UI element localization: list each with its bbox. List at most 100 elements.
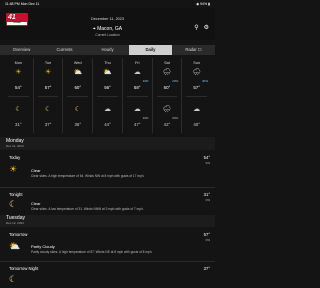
rain-icon: 🌧	[162, 106, 172, 113]
period-condition: Clear	[31, 168, 41, 173]
period-label: Tomorrow	[9, 232, 28, 237]
high-temp: 58°	[133, 85, 141, 90]
precip-chance: 60%	[172, 116, 179, 120]
low-temp: 37°	[44, 122, 52, 127]
status-bar: 11:48 PM Mon Dec 11 ◉ 94% ▮	[0, 0, 215, 8]
period-label: Today	[9, 155, 21, 160]
period-description: Clear skies. A low temperature of 31. Wi…	[31, 207, 144, 211]
day-label: Fri	[135, 61, 140, 65]
period-today[interactable]: Today 54° 0% ☀ Clear Clear skies. A high…	[0, 151, 215, 187]
tab-overview[interactable]: Overview	[0, 45, 43, 55]
period-label: Tomorrow Night	[9, 266, 39, 271]
sun-icon: ☀	[44, 69, 52, 76]
precip-chance: 0%	[205, 161, 210, 165]
divider	[126, 96, 148, 97]
moon-icon: ☾	[74, 106, 81, 113]
period-temp: 57°	[203, 232, 210, 237]
tab-bar: Overview Currents Hourly Daily Radar ☐	[0, 45, 215, 55]
sun-icon: ☀	[15, 69, 22, 76]
logo-subtitle: 13WMAZ	[7, 22, 27, 25]
day-header: Tuesday Dec 12, 2023	[0, 215, 215, 227]
low-temp: 42°	[163, 122, 171, 127]
forecast-day-column[interactable]: Sat 🌧 20% 60° 🌧 60% 42°	[153, 58, 183, 133]
day-title: Monday	[6, 138, 24, 144]
tab-daily[interactable]: Daily	[129, 45, 172, 55]
app-header: 41 13WMAZ December 11, 2023 ⌖ Macon, GA …	[0, 8, 215, 40]
tab-hourly[interactable]: Hourly	[86, 45, 129, 55]
forecast-day-column[interactable]: Thu ⛅ 56° ☁ 44°	[93, 58, 123, 133]
partly-sunny-icon: ⛅	[103, 69, 112, 76]
high-temp: 57°	[44, 85, 52, 90]
low-temp: 36°	[74, 122, 82, 127]
precip-chance: 40%	[202, 79, 209, 83]
moon-icon: ☾	[9, 274, 18, 284]
period-temp: 31°	[203, 192, 210, 197]
low-temp: 47°	[133, 122, 141, 127]
status-time: 11:48 PM Mon Dec 11	[5, 2, 40, 6]
period-label: Tonight	[9, 192, 23, 197]
gear-icon[interactable]: ⚙	[204, 25, 209, 31]
sun-icon: ☀	[9, 164, 18, 174]
partly-sunny-icon: ⛅	[9, 241, 21, 251]
moon-icon: ☾	[15, 106, 22, 113]
period-description: Clear skies. A high temperature of 54. W…	[31, 174, 145, 178]
day-date: Dec 12, 2023	[6, 221, 24, 225]
period-temp: 54°	[203, 155, 210, 160]
forecast-day-column[interactable]: Fri ☁ 10% 58° ☁ 20% 47°	[123, 58, 153, 133]
high-temp: 60°	[163, 85, 171, 90]
cloud-icon: ☁	[104, 106, 112, 113]
moon-icon: ☾	[44, 106, 52, 113]
high-temp: 60°	[74, 85, 82, 90]
day-label: Tue	[44, 61, 52, 65]
partly-sunny-icon: ⛅	[73, 69, 83, 76]
location-pin-icon[interactable]: ⚲	[194, 25, 198, 31]
forecast-day-column[interactable]: Wed ⛅ 60° ☾ 36°	[63, 58, 94, 133]
high-temp: 54°	[15, 85, 22, 90]
day-label: Sat	[164, 61, 170, 65]
divider	[186, 96, 208, 97]
cloud-icon: ☁	[133, 106, 141, 113]
day-header: Monday Dec 11, 2023	[0, 137, 215, 150]
precip-chance: 0%	[205, 198, 210, 202]
divider	[8, 96, 29, 97]
day-label: Thu	[104, 61, 111, 65]
divider	[97, 96, 118, 97]
forecast-day-column[interactable]: Tue ☀ 57° ☾ 37°	[34, 58, 64, 133]
cloud-icon: ☁	[133, 69, 141, 76]
period-temp: 37°	[203, 266, 210, 271]
period-condition: Partly Cloudy	[31, 244, 55, 249]
high-temp: 57°	[193, 85, 200, 90]
cloud-icon: ☁	[193, 106, 201, 113]
location-name[interactable]: ⌖ Macon, GA	[0, 26, 215, 32]
header-actions: ⚲ ⚙	[189, 24, 209, 31]
daily-forecast-grid: Mon ☀ 54° ☾ 31° Tue ☀ 57° ☾ 37° Wed ⛅ 60…	[4, 58, 211, 133]
rain-icon: 🌧	[192, 69, 202, 76]
status-battery: ◉ 94% ▮	[196, 2, 210, 6]
location-label: Macon, GA	[97, 26, 123, 32]
day-label: Sun	[193, 61, 201, 65]
low-temp: 31°	[15, 122, 22, 127]
header-date: December 11, 2023	[90, 17, 125, 21]
tab-radar[interactable]: Radar ☐	[172, 45, 215, 55]
day-label: Wed	[73, 61, 82, 65]
period-tonight[interactable]: Tonight 31° 0% ☾ Clear Clear skies. A lo…	[0, 188, 215, 215]
period-description: Partly cloudy skies. A high temperature …	[31, 250, 153, 254]
low-temp: 44°	[104, 122, 111, 127]
tab-currents[interactable]: Currents	[43, 45, 86, 55]
rain-icon: 🌧	[162, 69, 172, 76]
day-date: Dec 11, 2023	[6, 144, 24, 148]
period-tomorrow-night[interactable]: Tomorrow Night 37° ☾	[0, 262, 215, 288]
precip-chance: 20%	[142, 116, 149, 120]
low-temp: 40°	[193, 122, 200, 127]
precip-chance: 0%	[205, 238, 210, 242]
current-location-label: Current Location	[95, 33, 120, 37]
precip-chance: 20%	[172, 79, 179, 83]
forecast-day-column[interactable]: Sun 🌧 40% 57° ☁ 40°	[182, 58, 211, 133]
location-pin-icon: ⌖	[92, 26, 96, 32]
forecast-day-column[interactable]: Mon ☀ 54° ☾ 31°	[4, 58, 34, 133]
period-tomorrow[interactable]: Tomorrow 57° 0% ⛅ Partly Cloudy Partly c…	[0, 228, 215, 261]
period-condition: Clear	[31, 201, 41, 206]
day-label: Mon	[14, 61, 23, 65]
precip-chance: 10%	[142, 79, 149, 83]
divider	[67, 96, 89, 97]
